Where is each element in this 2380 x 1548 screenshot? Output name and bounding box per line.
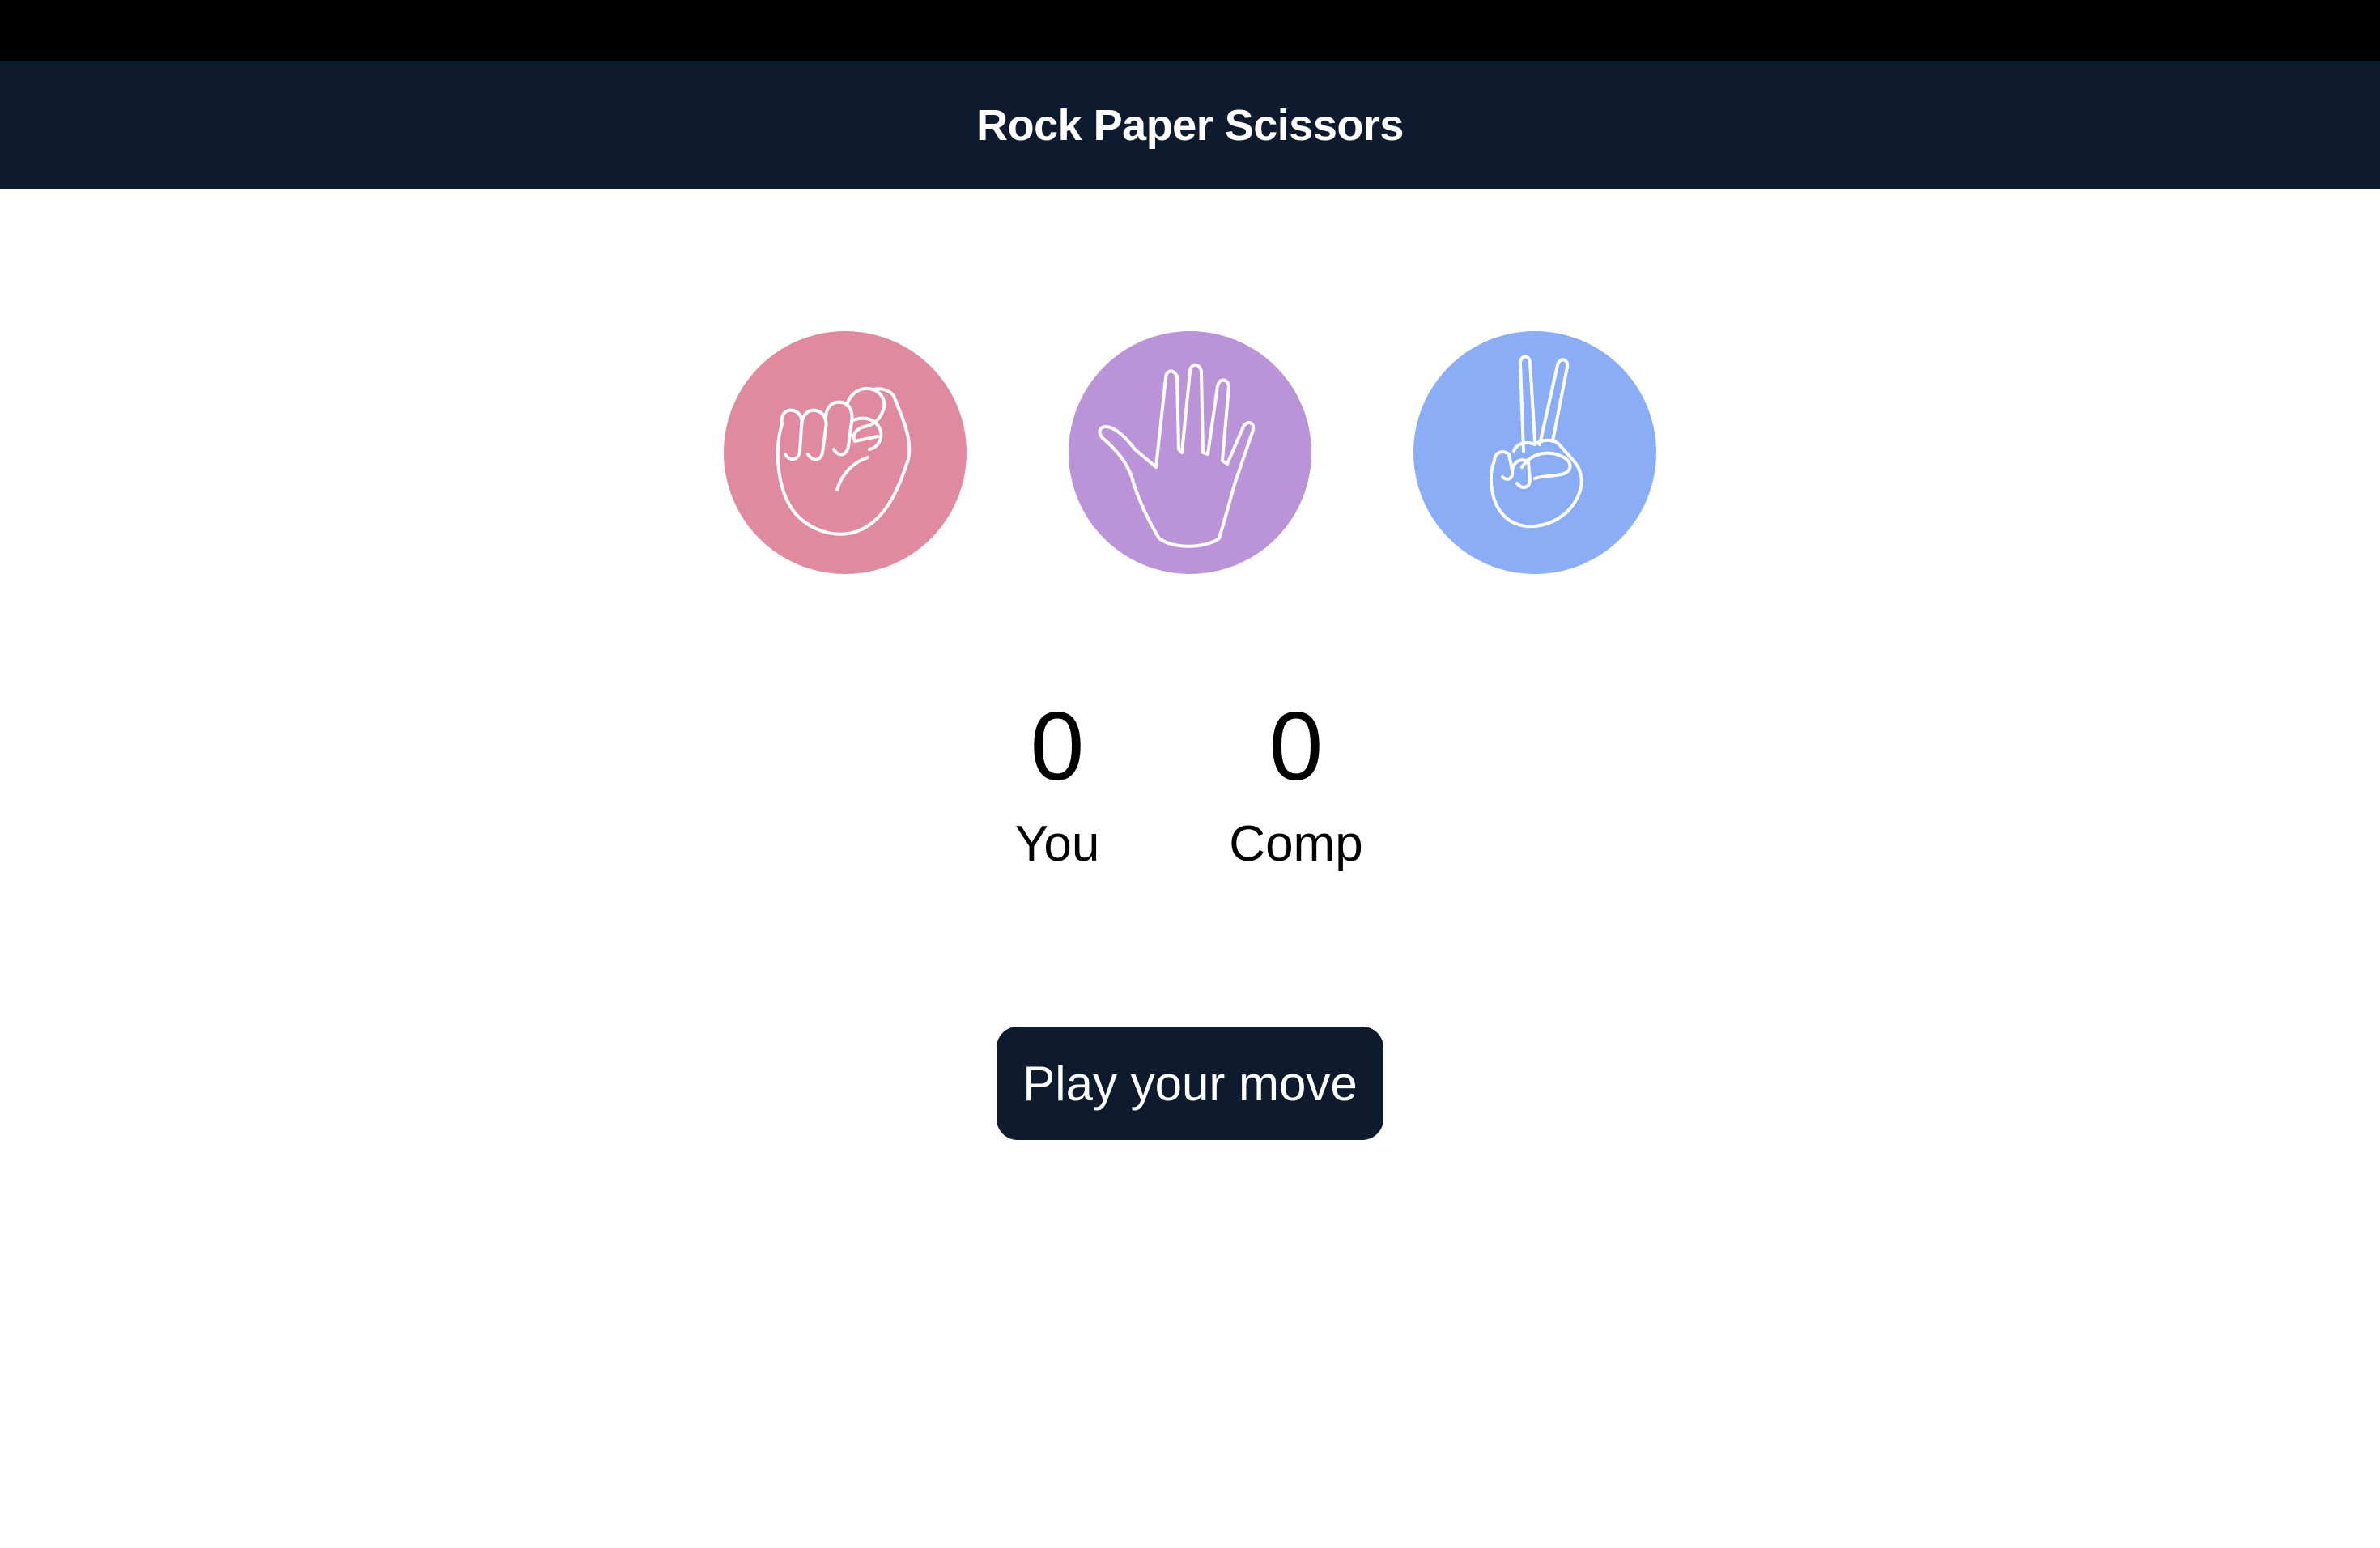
rock-choice-button[interactable] bbox=[724, 331, 967, 574]
fist-icon bbox=[724, 331, 967, 574]
player-score: 0 You bbox=[968, 680, 1146, 877]
computer-score-label: Comp bbox=[1229, 816, 1363, 872]
browser-top-bar bbox=[0, 0, 2380, 61]
play-move-button[interactable]: Play your move bbox=[997, 1027, 1383, 1140]
scissors-choice-button[interactable] bbox=[1413, 331, 1656, 574]
player-score-value: 0 bbox=[1030, 692, 1085, 801]
peace-hand-icon bbox=[1413, 331, 1656, 574]
computer-score: 0 Comp bbox=[1207, 680, 1385, 877]
computer-score-value: 0 bbox=[1269, 692, 1324, 801]
page-title: Rock Paper Scissors bbox=[976, 100, 1404, 150]
open-hand-icon bbox=[1069, 331, 1311, 574]
app-header: Rock Paper Scissors bbox=[0, 61, 2380, 189]
player-score-label: You bbox=[1014, 816, 1100, 872]
paper-choice-button[interactable] bbox=[1069, 331, 1311, 574]
